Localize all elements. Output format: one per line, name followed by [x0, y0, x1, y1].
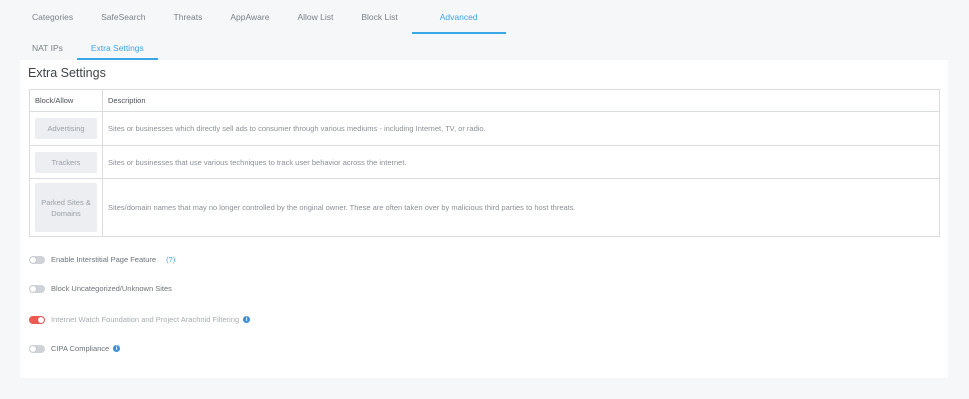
interstitial-toggle[interactable]	[29, 255, 45, 264]
info-icon[interactable]: i	[243, 316, 251, 323]
iwf-toggle[interactable]	[29, 315, 45, 324]
uncategorized-setting: Block Uncategorized/Unknown Sites	[29, 284, 172, 293]
tab-extra-settings[interactable]: Extra Settings	[76, 43, 158, 60]
uncategorized-toggle[interactable]	[29, 284, 45, 293]
row-description: Sites or businesses that use various tec…	[102, 145, 940, 179]
row-description: Sites or businesses which directly sell …	[102, 111, 940, 146]
cipa-toggle[interactable]	[29, 344, 45, 353]
extra-settings-panel: Extra Settings Block/Allow Description A…	[20, 60, 948, 378]
tab-categories[interactable]: Categories	[0, 12, 87, 34]
table-row: Advertising Sites or businesses which di…	[29, 111, 940, 146]
extra-settings-table: Block/Allow Description Advertising Site…	[29, 89, 940, 237]
iwf-label: Internet Watch Foundation and Project Ar…	[51, 315, 240, 324]
advertising-button[interactable]: Advertising	[35, 118, 97, 139]
tab-nat-ips[interactable]: NAT IPs	[0, 43, 77, 60]
tab-safesearch[interactable]: SafeSearch	[87, 12, 159, 34]
tab-appaware[interactable]: AppAware	[216, 12, 283, 34]
panel-title: Extra Settings	[28, 66, 106, 80]
tab-threats[interactable]: Threats	[160, 12, 217, 34]
iwf-setting: Internet Watch Foundation and Project Ar…	[29, 315, 251, 324]
trackers-button[interactable]: Trackers	[35, 151, 97, 173]
sub-tabs: NAT IPs Extra Settings	[0, 34, 969, 60]
table-row: Trackers Sites or businesses that use va…	[29, 145, 940, 179]
table-row: Parked Sites & Domains Sites/domain name…	[29, 178, 940, 237]
header-block-allow: Block/Allow	[29, 89, 103, 112]
tab-block-list[interactable]: Block List	[347, 12, 411, 34]
header-description: Description	[102, 89, 940, 112]
tab-allow-list[interactable]: Allow List	[283, 12, 347, 34]
info-icon[interactable]: i	[113, 345, 121, 352]
main-tabs: Categories SafeSearch Threats AppAware A…	[0, 0, 969, 34]
uncategorized-label: Block Uncategorized/Unknown Sites	[51, 284, 172, 293]
parked-domains-button[interactable]: Parked Sites & Domains	[35, 183, 97, 232]
cipa-label: CIPA Compliance	[51, 344, 110, 353]
row-description: Sites/domain names that may no longer co…	[102, 178, 940, 237]
cipa-setting: CIPA Compliance i	[29, 344, 121, 353]
help-link[interactable]: (?)	[166, 255, 175, 264]
interstitial-label: Enable Interstitial Page Feature	[51, 255, 157, 264]
interstitial-setting: Enable Interstitial Page Feature (?)	[29, 255, 175, 264]
tab-advanced[interactable]: Advanced	[411, 12, 506, 34]
